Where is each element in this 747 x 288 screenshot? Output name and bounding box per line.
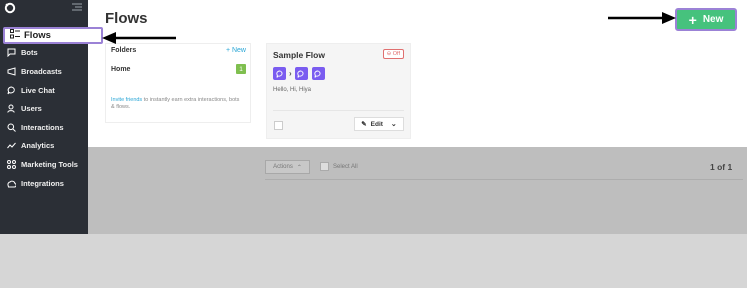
select-all-label: Select All xyxy=(333,163,358,170)
new-folder-link[interactable]: + New xyxy=(226,47,246,54)
flow-select-checkbox[interactable] xyxy=(274,121,283,130)
folders-panel: Folders + New Home 1 Invite friends to i… xyxy=(105,43,251,123)
actions-label: Actions xyxy=(273,164,293,170)
page-title: Flows xyxy=(105,10,148,27)
sidebar-header xyxy=(0,0,88,26)
actions-dropdown[interactable]: Actions ⌃ xyxy=(265,160,310,174)
sidebar-item-integrations[interactable]: Integrations xyxy=(6,179,64,188)
message-node-icon xyxy=(311,67,325,80)
chevron-down-icon[interactable]: ⌄ xyxy=(391,120,397,128)
sidebar-item-label: Live Chat xyxy=(21,86,55,95)
edit-flow-button[interactable]: ✎ Edit ⌄ xyxy=(354,117,404,131)
divider xyxy=(265,179,743,180)
sidebar-item-analytics[interactable]: Analytics xyxy=(6,141,54,150)
sidebar-item-label: Flows xyxy=(24,30,51,41)
sidebar-item-live-chat[interactable]: Live Chat xyxy=(6,86,55,95)
flows-icon xyxy=(10,29,20,42)
live-chat-icon xyxy=(6,86,16,95)
flow-title: Sample Flow xyxy=(273,50,325,60)
pencil-icon: ✎ xyxy=(361,121,367,128)
folder-count-badge: 1 xyxy=(236,64,246,74)
dim-overlay xyxy=(88,147,747,234)
sidebar-item-label: Integrations xyxy=(21,179,64,188)
checkbox-icon xyxy=(320,162,329,171)
collapse-menu-icon[interactable] xyxy=(72,3,82,11)
dim-overlay-lower xyxy=(0,234,747,288)
sidebar-item-label: Bots xyxy=(21,48,38,57)
users-icon xyxy=(6,104,16,113)
sidebar-item-label: Broadcasts xyxy=(21,67,62,76)
pagination: 1 of 1 xyxy=(710,162,733,172)
sidebar-item-flows[interactable]: Flows xyxy=(3,27,103,44)
sidebar-item-label: Interactions xyxy=(21,123,64,132)
sidebar-item-users[interactable]: Users xyxy=(6,104,42,113)
invite-text: Invite friends to instantly earn extra i… xyxy=(111,97,241,112)
invite-friends-link[interactable]: Invite friends xyxy=(111,97,142,103)
folder-item-home[interactable]: Home xyxy=(111,66,130,73)
flow-status-toggle[interactable]: ⊖ Off xyxy=(382,49,404,59)
divider xyxy=(273,110,404,111)
message-node-icon xyxy=(273,67,286,80)
sidebar-item-label: Users xyxy=(21,104,42,113)
select-all-checkbox[interactable]: Select All xyxy=(320,162,358,171)
sidebar-item-broadcasts[interactable]: Broadcasts xyxy=(6,67,62,76)
chevron-up-icon: ⌃ xyxy=(296,164,302,171)
sidebar-item-label: Marketing Tools xyxy=(21,160,78,169)
new-flow-button[interactable]: + New xyxy=(675,8,737,31)
plus-icon: + xyxy=(688,11,697,28)
bots-icon xyxy=(6,48,16,57)
search-icon xyxy=(6,123,16,132)
flow-card[interactable]: Sample Flow ⊖ Off › Hello, Hi, Hiya ✎ Ed… xyxy=(266,43,411,139)
marketing-tools-icon xyxy=(6,160,16,169)
annotation-arrow-right-icon xyxy=(608,12,676,24)
broadcasts-icon xyxy=(6,67,16,76)
integrations-icon xyxy=(6,179,16,188)
analytics-icon xyxy=(6,141,16,150)
new-button-label: New xyxy=(702,14,724,25)
flow-status-label: Off xyxy=(392,51,400,57)
annotation-arrow-left-icon xyxy=(102,32,176,44)
folders-heading: Folders xyxy=(111,47,137,54)
message-node-icon xyxy=(294,67,308,80)
sidebar-item-bots[interactable]: Bots xyxy=(6,48,38,57)
flow-preview: › xyxy=(273,67,325,80)
flow-keywords: Hello, Hi, Hiya xyxy=(273,87,312,93)
sidebar-item-marketing-tools[interactable]: Marketing Tools xyxy=(6,160,78,169)
logo-icon xyxy=(4,2,16,14)
sidebar-item-label: Analytics xyxy=(21,141,55,150)
sidebar-item-interactions[interactable]: Interactions xyxy=(6,123,64,132)
chevron-right-icon: › xyxy=(289,69,292,78)
edit-label: Edit xyxy=(370,120,383,128)
